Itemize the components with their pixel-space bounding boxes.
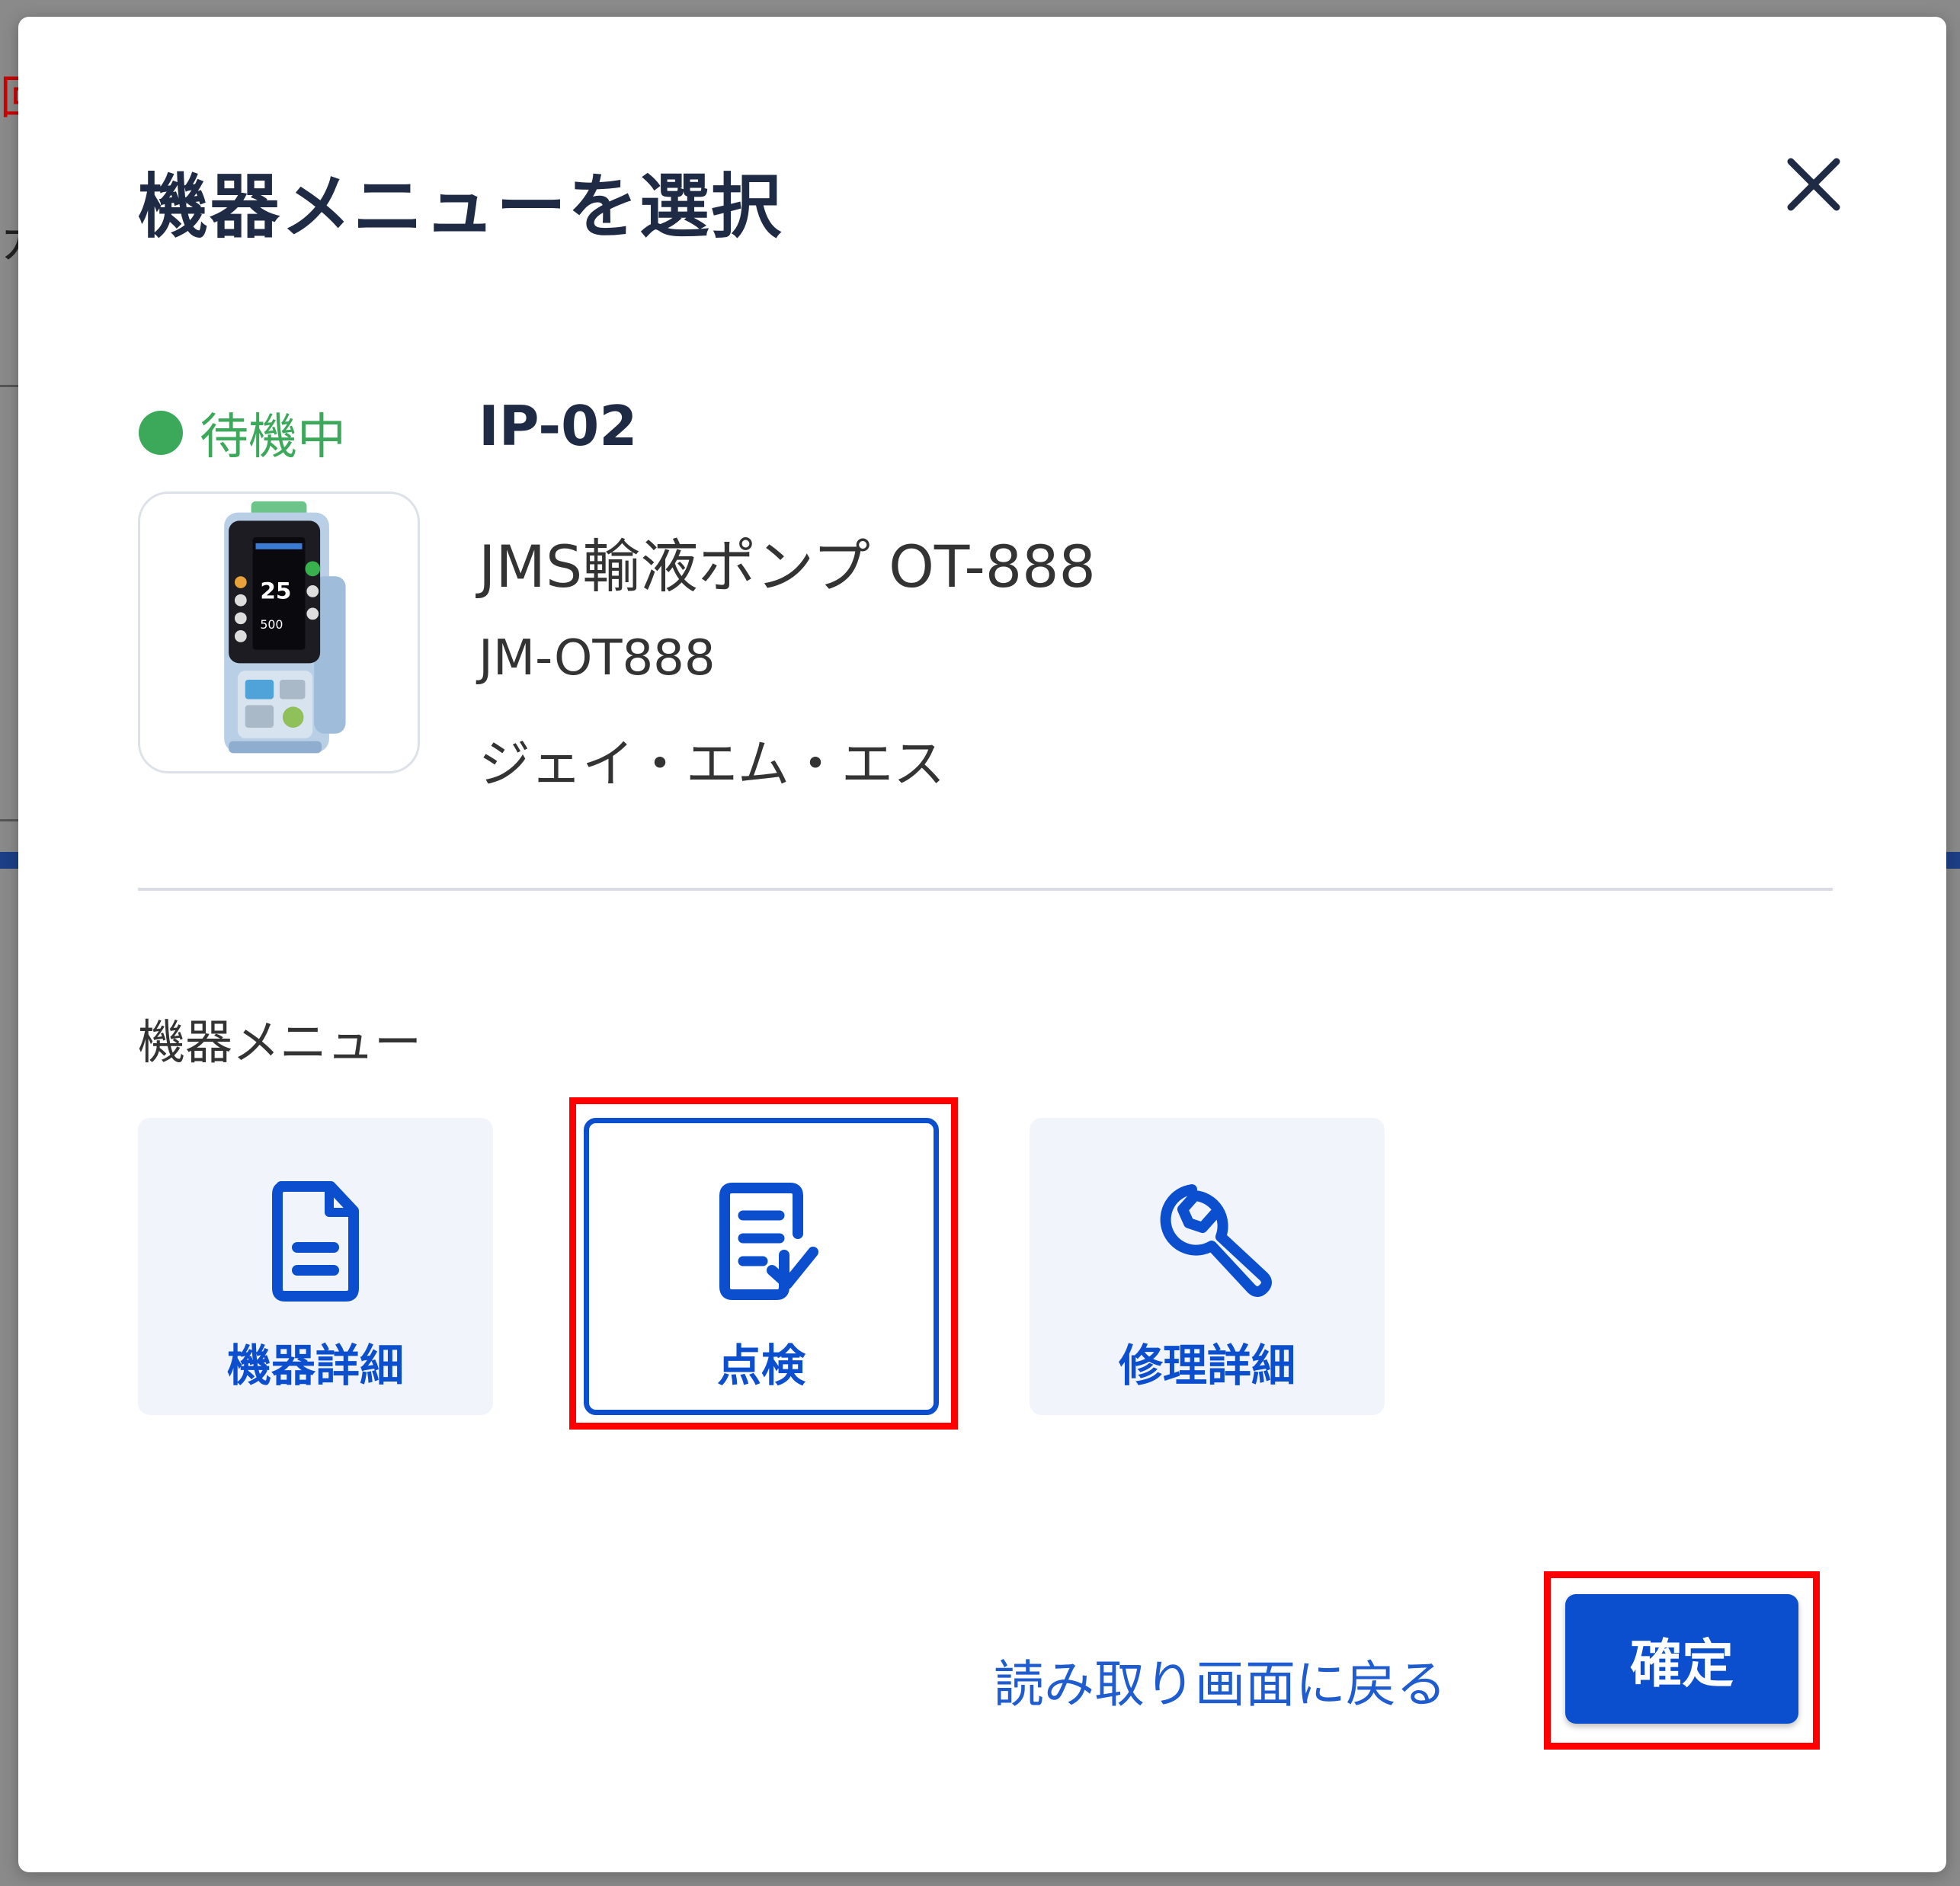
status-indicator: 待機中 — [139, 398, 346, 468]
device-name: JMS輸液ポンプ OT-888 — [479, 533, 1096, 600]
menu-card-label: 機器詳細 — [226, 1340, 404, 1391]
close-icon — [1787, 158, 1840, 211]
screen-sub-value: 500 — [260, 617, 283, 632]
menu-card-label: 点検 — [716, 1340, 805, 1391]
status-label: 待機中 — [200, 409, 346, 466]
wrench-icon — [1139, 1173, 1276, 1310]
dialog-title: 機器メニューを選択 — [138, 166, 783, 248]
device-thumbnail: 25 500 — [138, 492, 420, 773]
menu-card-device-details[interactable]: 機器詳細 — [138, 1118, 493, 1415]
menu-card-label: 修理詳細 — [1118, 1340, 1295, 1391]
menu-card-inspection[interactable]: 点検 — [584, 1118, 939, 1415]
infusion-pump-image: 25 500 — [224, 501, 346, 754]
back-to-scan-link[interactable]: 読み取り画面に戻る — [994, 1644, 1446, 1717]
confirm-button[interactable]: 確定 — [1565, 1594, 1798, 1724]
document-icon — [247, 1173, 384, 1310]
divider — [138, 888, 1833, 891]
menu-section-label: 機器メニュー — [138, 1014, 422, 1070]
menu-card-repair-details[interactable]: 修理詳細 — [1030, 1118, 1385, 1415]
checklist-icon — [693, 1173, 830, 1310]
screen-value: 25 — [260, 578, 291, 604]
status-dot — [139, 411, 183, 455]
device-id: IP-02 — [479, 394, 638, 458]
device-model: JM-OT888 — [479, 630, 716, 687]
device-maker: ジェイ・エム・エス — [479, 735, 946, 795]
close-button[interactable] — [1776, 146, 1852, 223]
device-menu-dialog: 機器メニューを選択 待機中 IP-02 25 500 JMS輸液ポンプ OT-8… — [18, 17, 1946, 1872]
